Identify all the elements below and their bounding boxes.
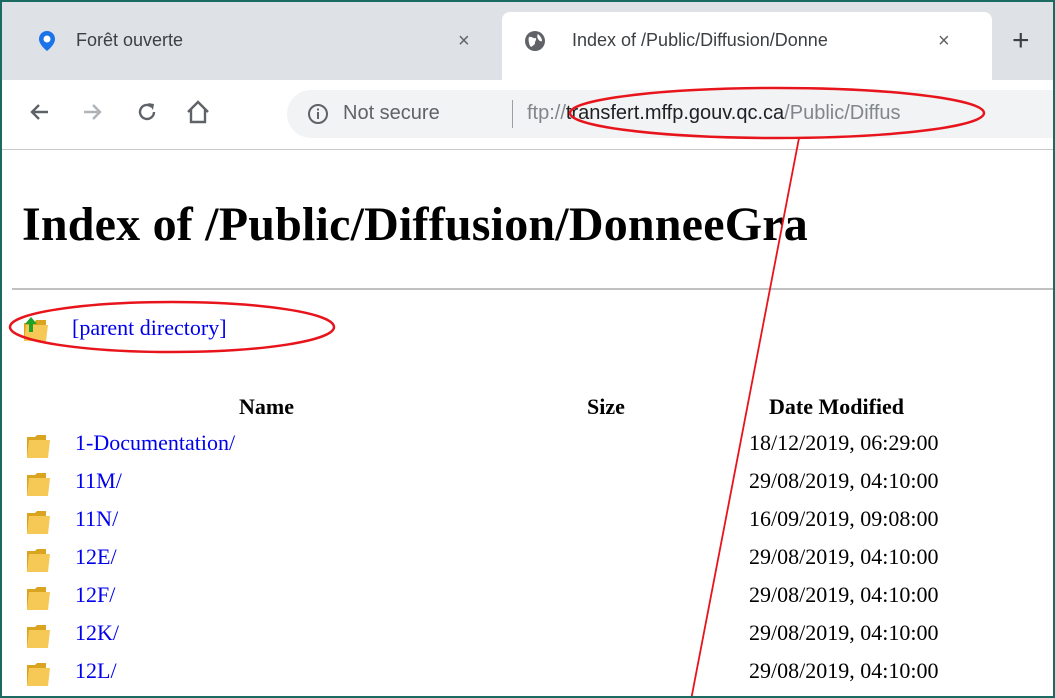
table-row: 12E/ 29/08/2019, 04:10:00 (2, 541, 1053, 575)
table-row: 1-Documentation/ 18/12/2019, 06:29:00 (2, 427, 1053, 461)
tab-strip: Forêt ouverte × Index of /Public/Diffusi… (2, 2, 1053, 80)
folder-icon (27, 435, 50, 458)
url-path: /Public/Diffus (784, 102, 901, 124)
reload-button[interactable] (129, 94, 165, 130)
folder-link[interactable]: 11M/ (75, 468, 122, 494)
folder-link[interactable]: 12K/ (75, 620, 119, 646)
date-modified: 16/09/2019, 09:08:00 (749, 506, 939, 531)
column-header-name[interactable]: Name (239, 394, 294, 420)
folder-link[interactable]: 12E/ (75, 544, 117, 570)
new-tab-button[interactable]: + (1012, 26, 1030, 56)
arrow-right-icon (84, 104, 102, 120)
folder-link[interactable]: 12F/ (75, 582, 115, 608)
date-modified: 29/08/2019, 04:10:00 (749, 658, 939, 683)
folder-icon (27, 473, 50, 496)
browser-window: Forêt ouverte × Index of /Public/Diffusi… (0, 0, 1055, 698)
folder-icon (27, 663, 50, 686)
folder-icon (27, 549, 50, 572)
date-modified: 29/08/2019, 04:10:00 (749, 582, 939, 607)
separator (512, 100, 513, 128)
url-text[interactable]: ftp://transfert.mffp.gouv.qc.ca/Public/D… (527, 102, 901, 125)
reload-icon (138, 103, 156, 121)
column-header-size[interactable]: Size (587, 394, 625, 420)
close-tab-button[interactable]: × (458, 29, 470, 53)
folder-link[interactable]: 1-Documentation/ (75, 430, 235, 456)
parent-directory-link[interactable]: [parent directory] (72, 315, 227, 341)
page-content: Index of /Public/Diffusion/DonneeGra [pa… (2, 151, 1053, 696)
tab-index-of[interactable]: Index of /Public/Diffusion/Donne × (502, 12, 992, 80)
url-scheme: ftp:// (527, 102, 566, 124)
folder-icon (27, 511, 50, 534)
home-button[interactable] (180, 94, 216, 130)
tab-title: Index of /Public/Diffusion/Donne (572, 30, 828, 50)
folder-icon (27, 587, 50, 610)
date-modified: 29/08/2019, 04:10:00 (749, 544, 939, 569)
toolbar: Not secure ftp://transfert.mffp.gouv.qc.… (2, 80, 1053, 150)
folder-link[interactable]: 12L/ (75, 658, 117, 684)
arrow-left-icon (30, 104, 48, 120)
forward-button[interactable] (74, 94, 110, 130)
date-modified: 29/08/2019, 04:10:00 (749, 468, 939, 493)
divider (12, 288, 1053, 290)
table-row: 11N/ 16/09/2019, 09:08:00 (2, 503, 1053, 537)
date-modified: 29/08/2019, 04:10:00 (749, 620, 939, 645)
table-row: 12K/ 29/08/2019, 04:10:00 (2, 617, 1053, 651)
url-host: transfert.mffp.gouv.qc.ca (565, 102, 785, 124)
page-title: Index of /Public/Diffusion/DonneeGra (22, 198, 808, 251)
date-modified: 18/12/2019, 06:29:00 (749, 430, 939, 455)
tab-foret-ouverte[interactable]: Forêt ouverte × (14, 12, 502, 80)
globe-icon (525, 31, 545, 51)
address-bar[interactable]: Not secure ftp://transfert.mffp.gouv.qc.… (287, 90, 1053, 138)
folder-up-icon (24, 317, 48, 341)
folder-icon (27, 625, 50, 648)
table-row: 12L/ 29/08/2019, 04:10:00 (2, 655, 1053, 689)
home-icon (187, 100, 209, 124)
table-row: 12F/ 29/08/2019, 04:10:00 (2, 579, 1053, 613)
security-indicator[interactable]: Not secure (343, 102, 440, 125)
table-row: 11M/ 29/08/2019, 04:10:00 (2, 465, 1053, 499)
tab-title: Forêt ouverte (76, 30, 184, 50)
location-pin-icon (39, 31, 55, 51)
info-icon[interactable] (307, 103, 329, 125)
folder-link[interactable]: 11N/ (75, 506, 118, 532)
back-button[interactable] (22, 94, 58, 130)
close-tab-button[interactable]: × (938, 29, 950, 53)
column-header-date[interactable]: Date Modified (769, 394, 904, 420)
